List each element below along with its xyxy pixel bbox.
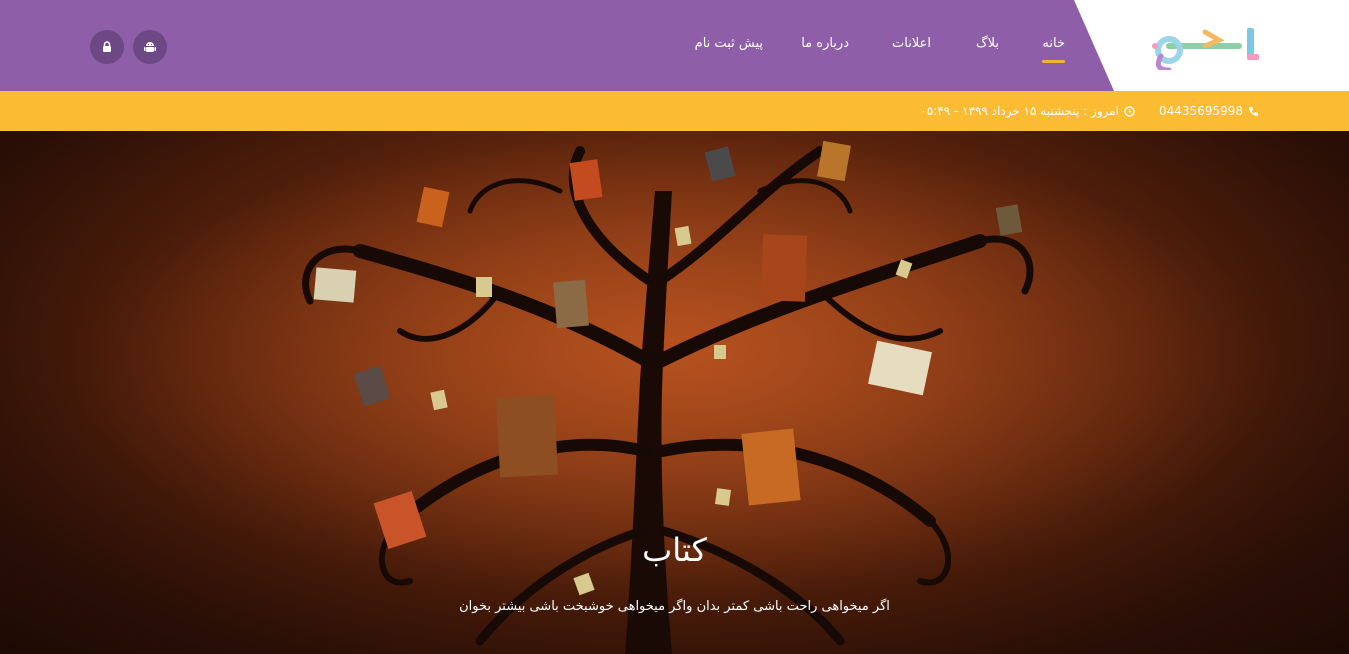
nav-about-us[interactable]: درباره ما (801, 36, 849, 51)
nav-announcements[interactable]: اعلانات (892, 36, 931, 51)
android-app-button[interactable] (133, 30, 167, 64)
hero-subtitle: اگر میخواهی راحت باشی کمتر بدان واگر میخ… (459, 599, 890, 614)
login-button[interactable] (90, 30, 124, 64)
lock-icon (103, 41, 111, 52)
header-bar: خانه بلاگ اعلانات درباره ما پیش ثبت نام (0, 0, 1349, 91)
site-logo[interactable] (1149, 24, 1261, 70)
tree-of-books-image (0, 131, 1349, 654)
nav-blog[interactable]: بلاگ (976, 36, 999, 51)
nav-home[interactable]: خانه (1042, 36, 1065, 63)
nav-pre-registration[interactable]: پیش ثبت نام (695, 36, 763, 51)
nav-about-us-label: درباره ما (801, 36, 849, 51)
phone-info: 04435695998 (1159, 91, 1259, 131)
nav-home-label: خانه (1042, 36, 1065, 51)
nav-pre-registration-label: پیش ثبت نام (694, 36, 763, 51)
phone-number: 04435695998 (1159, 104, 1243, 118)
hero-slider: کتاب اگر میخواهی راحت باشی کمتر بدان واگ… (0, 131, 1349, 654)
android-icon (144, 42, 156, 52)
clock-icon (1124, 105, 1135, 117)
nav-blog-label: بلاگ (975, 36, 999, 51)
phone-icon (1249, 106, 1258, 116)
logo-area (1074, 0, 1349, 91)
date-info: امروز : پنجشنبه ۱۵ خرداد ۱۳۹۹ - ۰۵:۴۹ (920, 91, 1135, 131)
nav-announcements-label: اعلانات (892, 36, 931, 51)
hero-title: کتاب (642, 531, 707, 569)
info-bar: 04435695998 امروز : پنجشنبه ۱۵ خرداد ۱۳۹… (0, 91, 1349, 131)
current-date: امروز : پنجشنبه ۱۵ خرداد ۱۳۹۹ - ۰۵:۴۹ (920, 104, 1119, 118)
